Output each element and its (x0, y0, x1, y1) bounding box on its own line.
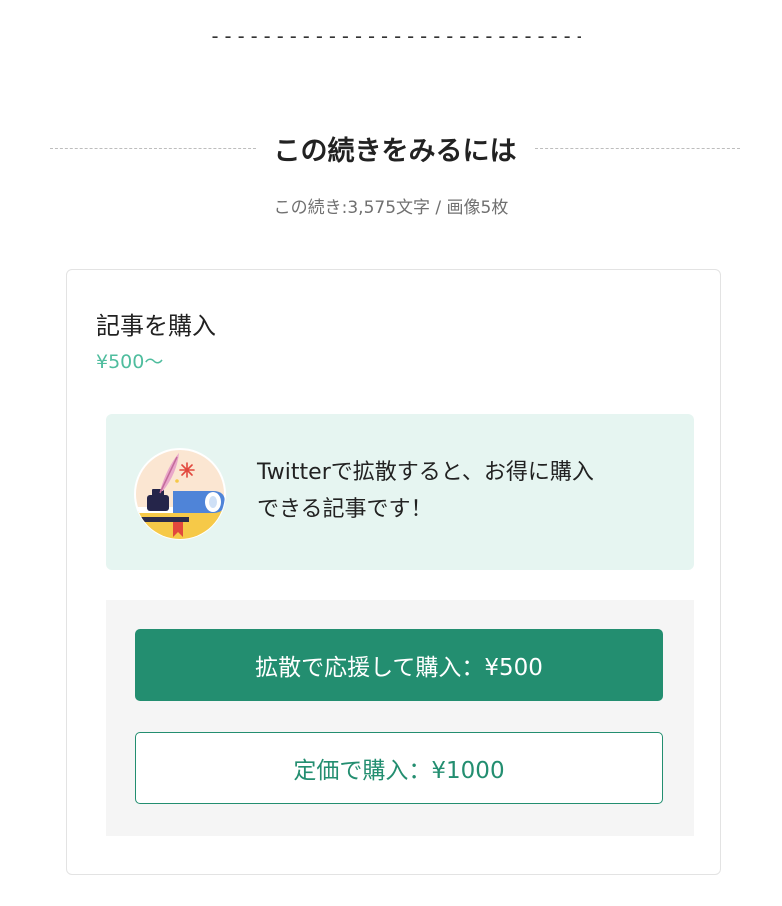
purchase-card-price: ¥500〜 (96, 351, 164, 373)
heading-right-dotted-line (534, 147, 740, 149)
share-discount-banner: Twitterで拡散すると、お得に購入 できる記事です！ (106, 414, 694, 570)
top-dashed-divider: ----------------------------- (209, 24, 581, 48)
ink-pen-book-illustration (133, 447, 227, 541)
share-and-buy-button[interactable]: 拡散で応援して購入：¥500 (135, 629, 663, 701)
continue-reading-heading: この続きをみるには (273, 135, 517, 167)
purchase-card-title: 記事を購入 (96, 312, 216, 340)
section-heading-row: この続きをみるには (50, 130, 740, 167)
purchase-card: 記事を購入 ¥500〜 Twitterで拡散すると、お得に購入 できる記事です！… (66, 269, 721, 875)
share-discount-message-line2: できる記事です！ (257, 497, 433, 522)
share-discount-message-line1: Twitterで拡散すると、お得に購入 (257, 460, 594, 485)
buy-at-regular-price-button[interactable]: 定価で購入：¥1000 (135, 732, 663, 804)
share-discount-message: Twitterで拡散すると、お得に購入 できる記事です！ (257, 454, 677, 528)
purchase-buttons-area: 拡散で応援して購入：¥500 定価で購入：¥1000 (106, 600, 694, 836)
heading-left-dotted-line (50, 147, 256, 149)
remaining-content-info: この続き:3,575文字 / 画像5枚 (273, 198, 509, 218)
